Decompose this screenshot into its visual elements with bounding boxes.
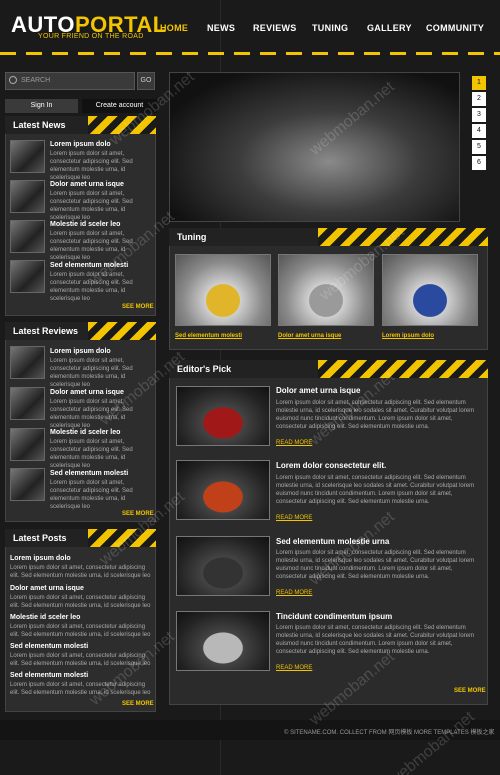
post-text: Lorem ipsum dolor sit amet, consectetur …: [10, 565, 151, 579]
news-text: Lorem ipsum dolor sit amet, consectetur …: [50, 151, 133, 181]
post-text: Lorem ipsum dolor sit amet, consectetur …: [10, 595, 151, 609]
pick-image[interactable]: [176, 460, 270, 520]
tuning-caption-link[interactable]: Lorem ipsum dolo: [382, 333, 482, 339]
tuning-caption-link[interactable]: Sed elementum molesti: [175, 333, 275, 339]
picks-see-more-link[interactable]: SEE MORE: [454, 688, 486, 694]
news-thumb[interactable]: [10, 260, 45, 293]
pick-title[interactable]: Tincidunt condimentum ipsum: [276, 612, 481, 621]
nav-community[interactable]: COMMUNITY: [426, 23, 484, 33]
news-title[interactable]: Molestie id sceler leo: [50, 221, 154, 228]
search-input[interactable]: SEARCH: [5, 72, 135, 90]
pick-text: Lorem ipsum dolor sit amet, consectetur …: [276, 625, 475, 655]
read-more-link[interactable]: READ MORE: [276, 665, 312, 671]
post-text: Lorem ipsum dolor sit amet, consectetur …: [10, 624, 151, 638]
news-title[interactable]: Dolor amet urna isque: [50, 181, 154, 188]
nav-reviews[interactable]: REVIEWS: [253, 23, 297, 33]
search-go-button[interactable]: GO: [137, 72, 155, 90]
review-title[interactable]: Molestie id sceler leo: [50, 429, 154, 436]
review-title[interactable]: Sed elementum molesti: [50, 470, 154, 477]
header-divider: [0, 52, 500, 55]
nav-gallery[interactable]: GALLERY: [367, 23, 412, 33]
post-title[interactable]: Dolor amet urna isque: [10, 585, 152, 592]
news-thumb[interactable]: [10, 180, 45, 213]
nav-news[interactable]: NEWS: [207, 23, 235, 33]
watermark: webmoban.net: [386, 708, 478, 775]
read-more-link[interactable]: READ MORE: [276, 440, 312, 446]
pick-image[interactable]: [176, 386, 270, 446]
latest-news-title: Latest News: [13, 120, 66, 130]
slider-page-4[interactable]: 4: [472, 124, 486, 138]
pick-image[interactable]: [176, 611, 270, 671]
post-title[interactable]: Lorem ipsum dolo: [10, 555, 152, 562]
tuning-caption-link[interactable]: Dolor amet urna isque: [278, 333, 378, 339]
news-thumb[interactable]: [10, 140, 45, 173]
news-see-more-link[interactable]: SEE MORE: [122, 304, 154, 310]
latest-reviews-title: Latest Reviews: [13, 326, 79, 336]
tuning-image[interactable]: [175, 254, 271, 326]
tuning-title: Tuning: [177, 232, 207, 242]
hazard-stripes: [88, 322, 156, 340]
post-text: Lorem ipsum dolor sit amet, consectetur …: [10, 682, 151, 696]
nav-tuning[interactable]: TUNING: [312, 23, 348, 33]
pick-image[interactable]: [176, 536, 270, 596]
pick-title[interactable]: Lorem dolor consectetur elit.: [276, 461, 481, 470]
slider-page-1[interactable]: 1: [472, 76, 486, 90]
posts-see-more-link[interactable]: SEE MORE: [122, 701, 154, 707]
latest-posts-title: Latest Posts: [13, 533, 67, 543]
review-thumb[interactable]: [10, 468, 45, 501]
review-thumb[interactable]: [10, 346, 45, 379]
post-title[interactable]: Sed elementum molesti: [10, 643, 152, 650]
slider-page-6[interactable]: 6: [472, 156, 486, 170]
review-text: Lorem ipsum dolor sit amet, consectetur …: [50, 439, 133, 469]
review-title[interactable]: Lorem ipsum dolo: [50, 348, 154, 355]
sign-in-tab[interactable]: Sign In: [5, 99, 78, 113]
slider-page-2[interactable]: 2: [472, 92, 486, 106]
news-thumb[interactable]: [10, 220, 45, 253]
slider-page-5[interactable]: 5: [472, 140, 486, 154]
hazard-stripes: [318, 360, 488, 378]
news-text: Lorem ipsum dolor sit amet, consectetur …: [50, 191, 133, 221]
pick-text: Lorem ipsum dolor sit amet, consectetur …: [276, 475, 475, 505]
review-text: Lorem ipsum dolor sit amet, consectetur …: [50, 480, 133, 510]
slider-page-3[interactable]: 3: [472, 108, 486, 122]
review-thumb[interactable]: [10, 387, 45, 420]
review-thumb[interactable]: [10, 428, 45, 461]
read-more-link[interactable]: READ MORE: [276, 590, 312, 596]
tuning-image[interactable]: [382, 254, 478, 326]
post-title[interactable]: Molestie id sceler leo: [10, 614, 152, 621]
search-icon: [9, 76, 17, 84]
site-tagline: YOUR FRIEND ON THE ROAD: [38, 33, 144, 40]
pick-text: Lorem ipsum dolor sit amet, consectetur …: [276, 400, 475, 430]
news-title[interactable]: Lorem ipsum dolo: [50, 141, 154, 148]
nav-home[interactable]: HOME: [160, 23, 188, 33]
read-more-link[interactable]: READ MORE: [276, 515, 312, 521]
